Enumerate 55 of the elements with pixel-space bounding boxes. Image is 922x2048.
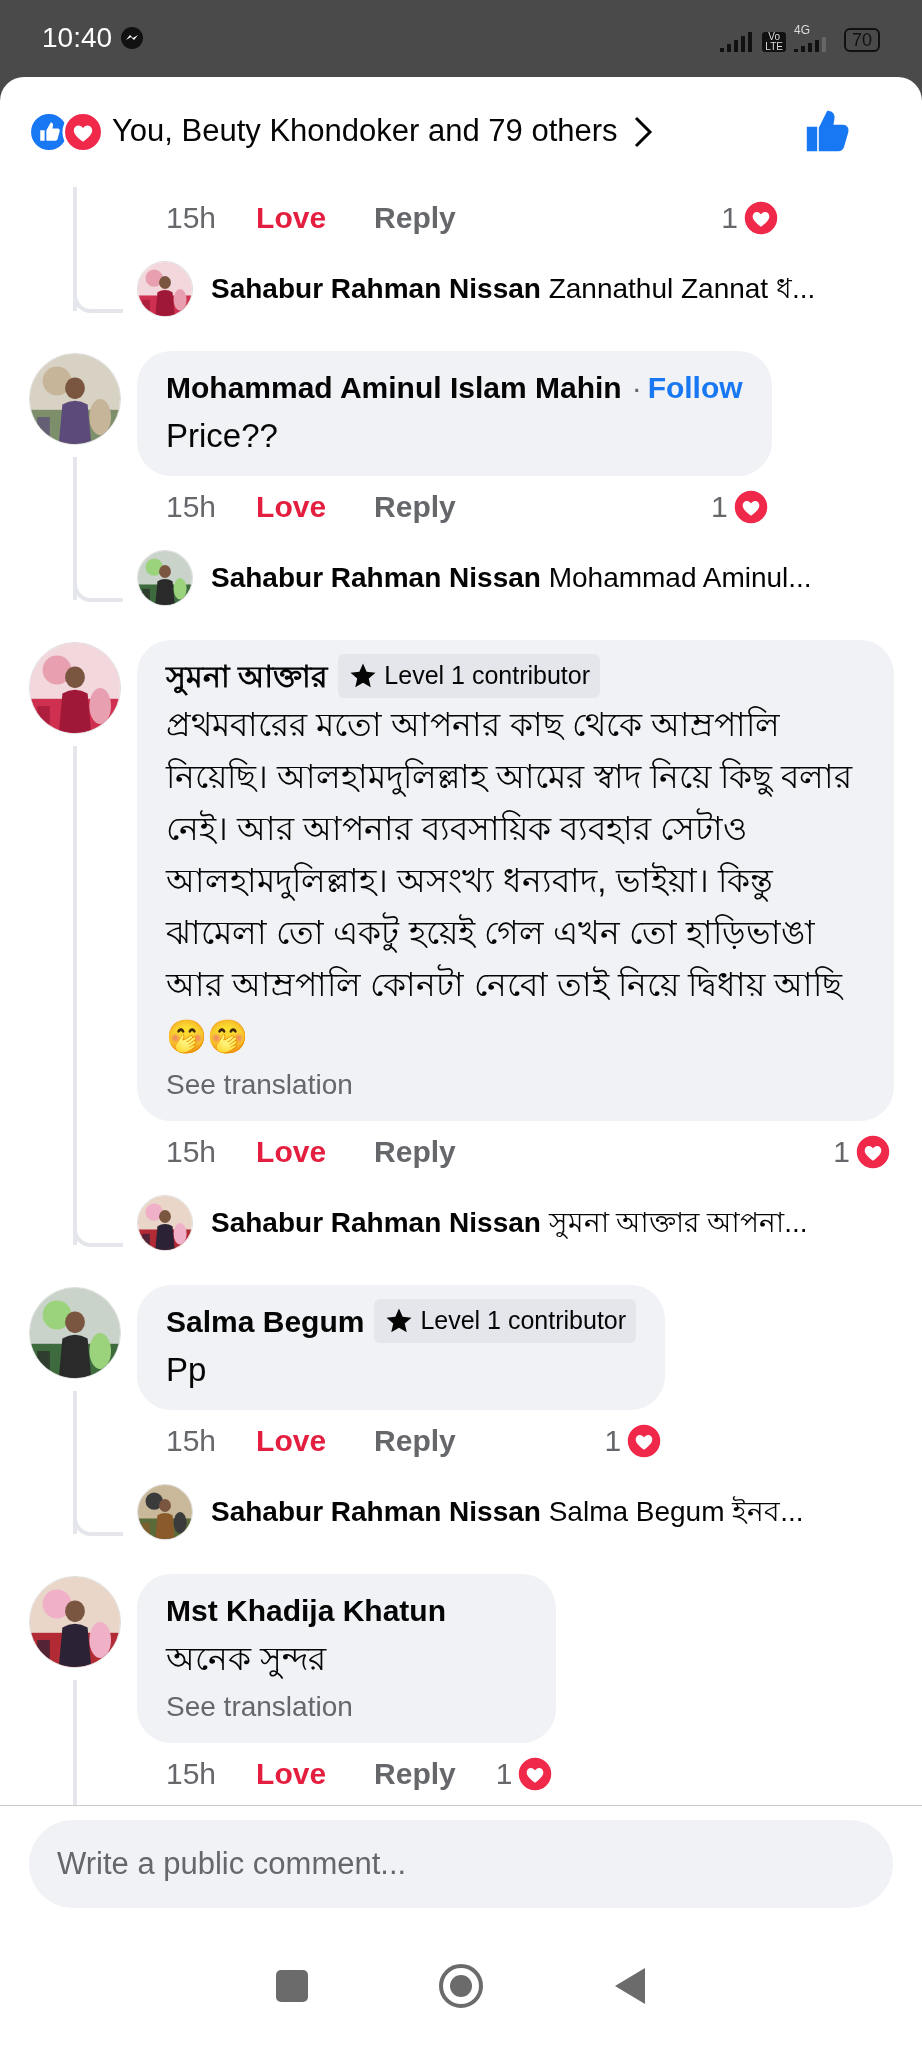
contributor-badge: Level 1 contributor <box>338 654 601 698</box>
comment-text: Price?? <box>166 415 279 456</box>
see-translation-link[interactable]: See translation <box>166 1062 353 1107</box>
comment-text: অনেক সুন্দর <box>166 1638 328 1681</box>
reply-preview[interactable]: Sahabur Rahman Nissan Salma Begum ইনব... <box>211 1490 804 1533</box>
comment-time: 15h <box>166 489 217 526</box>
heart-reaction-icon <box>731 487 770 526</box>
commenter-name[interactable]: Mohammad Aminul Islam Mahin <box>166 364 622 410</box>
reply-link[interactable]: Reply <box>374 1751 456 1797</box>
reply-link[interactable]: Reply <box>374 484 456 530</box>
commenter-name[interactable]: Mst Khadija Khatun <box>166 1587 446 1633</box>
reply-link[interactable]: Reply <box>374 1418 456 1464</box>
messenger-icon <box>120 26 145 51</box>
reply-preview[interactable]: Sahabur Rahman Nissan Zannathul Zannat ধ... <box>211 267 816 310</box>
reaction-count: 1 <box>833 1134 850 1171</box>
volte-badge: Vo LTE <box>762 32 786 53</box>
back-icon[interactable] <box>613 1965 648 2006</box>
reply-link[interactable]: Reply <box>374 195 456 241</box>
love-link[interactable]: Love <box>256 1751 327 1797</box>
separator-dot: · <box>631 369 642 406</box>
see-translation-link[interactable]: See translation <box>166 1684 353 1729</box>
comment-text: Pp <box>166 1349 208 1390</box>
love-link[interactable]: Love <box>256 1418 327 1464</box>
comment-time: 15h <box>166 1756 217 1793</box>
love-link[interactable]: Love <box>256 1129 327 1175</box>
reaction-count: 1 <box>710 489 728 526</box>
battery-indicator: 70 <box>843 28 880 53</box>
reply-preview[interactable]: Sahabur Rahman Nissan সুমনা আক্তার আপনা... <box>211 1201 808 1244</box>
heart-reaction-icon <box>625 1421 664 1460</box>
comment-field[interactable]: Write a public comment... <box>29 1819 893 1908</box>
comment-time: 15h <box>166 200 217 237</box>
signal-icon <box>720 30 755 53</box>
comment-time: 15h <box>166 1134 217 1171</box>
reactions-summary[interactable]: You, Beuty Khondoker and 79 others <box>112 108 618 155</box>
comment-time: 15h <box>166 1423 217 1460</box>
recent-apps-icon[interactable] <box>274 1968 309 2003</box>
love-link[interactable]: Love <box>256 484 327 530</box>
follow-link[interactable]: Follow <box>647 364 743 410</box>
commenter-name[interactable]: Salma Begum <box>166 1298 365 1344</box>
heart-reaction-icon <box>742 198 780 237</box>
reaction-count: 1 <box>495 1756 513 1793</box>
network-type: 4G <box>793 24 810 37</box>
home-icon[interactable] <box>438 1962 484 2009</box>
commenter-name[interactable]: সুমনা আক্তার <box>166 653 329 699</box>
heart-reaction-icon <box>854 1132 892 1171</box>
signal-icon <box>793 36 828 53</box>
heart-reaction-icon <box>516 1754 555 1793</box>
reaction-count: 1 <box>604 1423 622 1460</box>
love-link[interactable]: Love <box>256 195 327 241</box>
clock: 10:40 <box>42 21 113 56</box>
comment-text: প্রথমবারের মতো আপনার কাছ থেকে আম্রপালি নিয়েছি। আলহামদুলিল্লাহ আমের স্বাদ নিয়ে কিছু বলার নেই। আর আপনার ব্যবসায়িক ব্যবহার সেটাও আলহামদুলিল্লাহ। অসংখ্য ধন্যবাদ, ভাইয়া। কিন্তু ঝামেলা তো একটু হয়েই গেল এখন তো হাড়িভাঙা আর আম্রপালি কোনটা নেবো তাই নিয়ে দ্বিধায় আছি🤭🤭 <box>166 704 854 1057</box>
reply-preview[interactable]: Sahabur Rahman Nissan Mohammad Aminul... <box>211 556 812 599</box>
contributor-badge: Level 1 contributor <box>374 1299 637 1343</box>
reaction-count: 1 <box>721 200 738 237</box>
reply-link[interactable]: Reply <box>374 1129 456 1175</box>
